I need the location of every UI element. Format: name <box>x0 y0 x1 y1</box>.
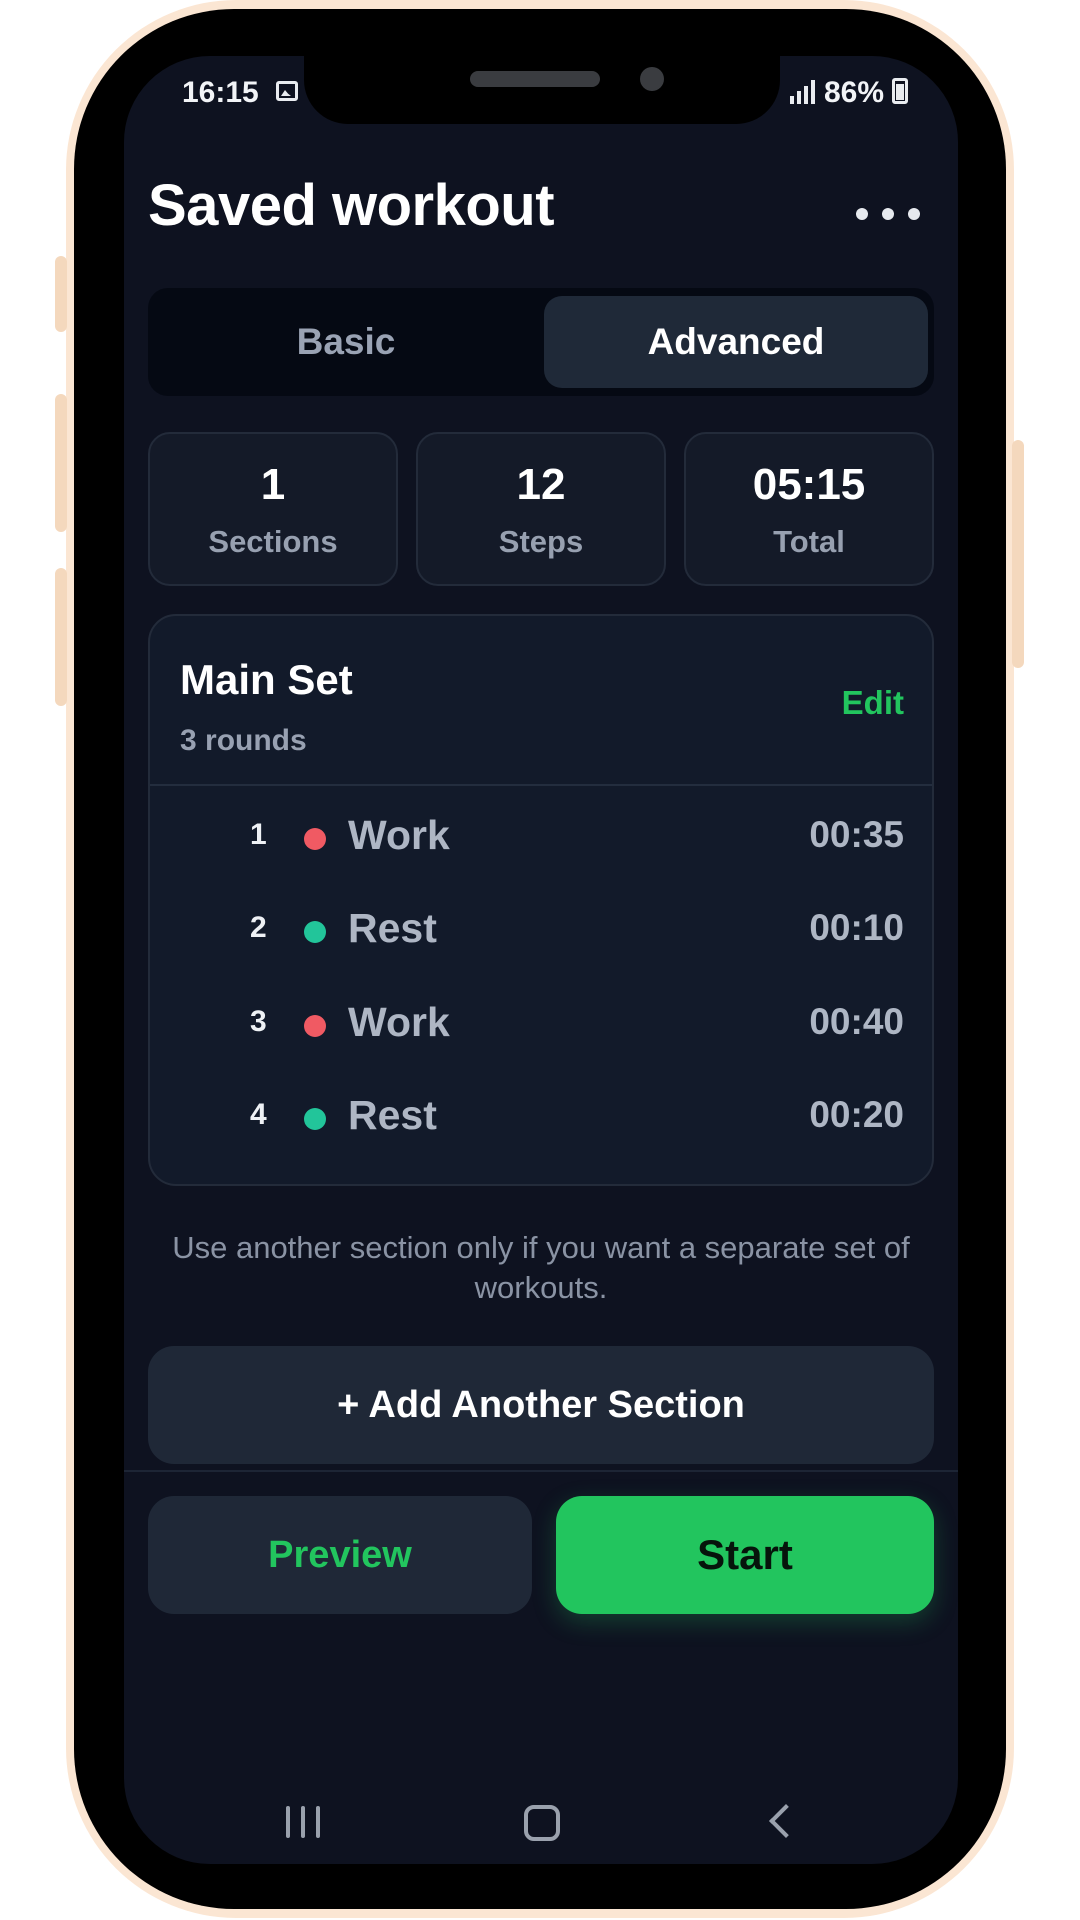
stat-value: 1 <box>260 460 286 509</box>
step-name: Rest <box>348 905 437 951</box>
step-duration: 00:35 <box>809 814 904 855</box>
rest-dot-icon <box>304 921 326 943</box>
add-section-button[interactable]: + Add Another Section <box>148 1346 934 1464</box>
step-number: 2 <box>250 911 267 944</box>
speaker-icon <box>470 71 600 87</box>
stat-value: 12 <box>516 460 566 509</box>
battery-icon <box>892 78 908 104</box>
work-dot-icon <box>304 1015 326 1037</box>
step-row[interactable]: 1 Work 00:35 <box>150 808 932 868</box>
edit-section-button[interactable]: Edit <box>842 684 904 722</box>
section-hint-text: Use another section only if you want a s… <box>172 1230 910 1305</box>
step-name: Work <box>348 999 450 1045</box>
back-nav-icon[interactable] <box>769 1804 803 1838</box>
battery-percentage: 86% <box>824 76 885 109</box>
step-row[interactable]: 3 Work 00:40 <box>150 995 932 1055</box>
phone-side-button <box>55 568 67 706</box>
work-dot-icon <box>304 828 326 850</box>
stat-value: 05:15 <box>752 460 866 509</box>
stat-label: Total <box>773 524 845 559</box>
camera-icon <box>640 67 664 91</box>
step-duration: 00:10 <box>809 907 904 948</box>
recents-nav-icon[interactable] <box>286 1806 320 1838</box>
step-duration: 00:20 <box>809 1094 904 1135</box>
step-name: Rest <box>348 1092 437 1138</box>
tab-basic[interactable]: Basic <box>156 296 536 388</box>
stat-label: Sections <box>208 524 338 559</box>
start-button[interactable]: Start <box>556 1496 934 1614</box>
preview-button[interactable]: Preview <box>148 1496 532 1614</box>
tab-advanced[interactable]: Advanced <box>544 296 928 388</box>
phone-side-button <box>55 394 67 532</box>
step-number: 4 <box>250 1098 267 1131</box>
stat-card-sections: 1 Sections <box>148 432 398 586</box>
gallery-icon <box>276 81 298 101</box>
more-options-icon[interactable] <box>856 208 920 220</box>
rest-dot-icon <box>304 1108 326 1130</box>
phone-side-button <box>1012 440 1024 668</box>
home-nav-icon[interactable] <box>524 1805 560 1841</box>
page-title: Saved workout <box>148 173 555 238</box>
section-rounds: 3 rounds <box>180 724 307 757</box>
step-duration: 00:40 <box>809 1001 904 1042</box>
section-card-main-set: Main Set 3 rounds Edit 1 Work 00:35 2 Re… <box>148 614 934 1186</box>
section-title: Main Set <box>180 656 353 703</box>
step-row[interactable]: 2 Rest 00:10 <box>150 901 932 961</box>
step-row[interactable]: 4 Rest 00:20 <box>150 1088 932 1148</box>
status-time: 16:15 <box>182 76 259 109</box>
stat-label: Steps <box>498 524 584 559</box>
stat-card-steps: 12 Steps <box>416 432 666 586</box>
phone-side-button <box>55 256 67 332</box>
section-divider <box>150 784 932 786</box>
app-screen: 16:15 86% Saved workout Basic Advanced 1… <box>124 56 958 1864</box>
step-number: 1 <box>250 818 267 851</box>
step-name: Work <box>348 812 450 858</box>
camera-notch <box>304 56 780 124</box>
footer-divider <box>124 1470 958 1472</box>
mode-segmented-control: Basic Advanced <box>148 288 934 396</box>
signal-icon <box>790 80 822 104</box>
step-number: 3 <box>250 1005 267 1038</box>
stat-card-total: 05:15 Total <box>684 432 934 586</box>
